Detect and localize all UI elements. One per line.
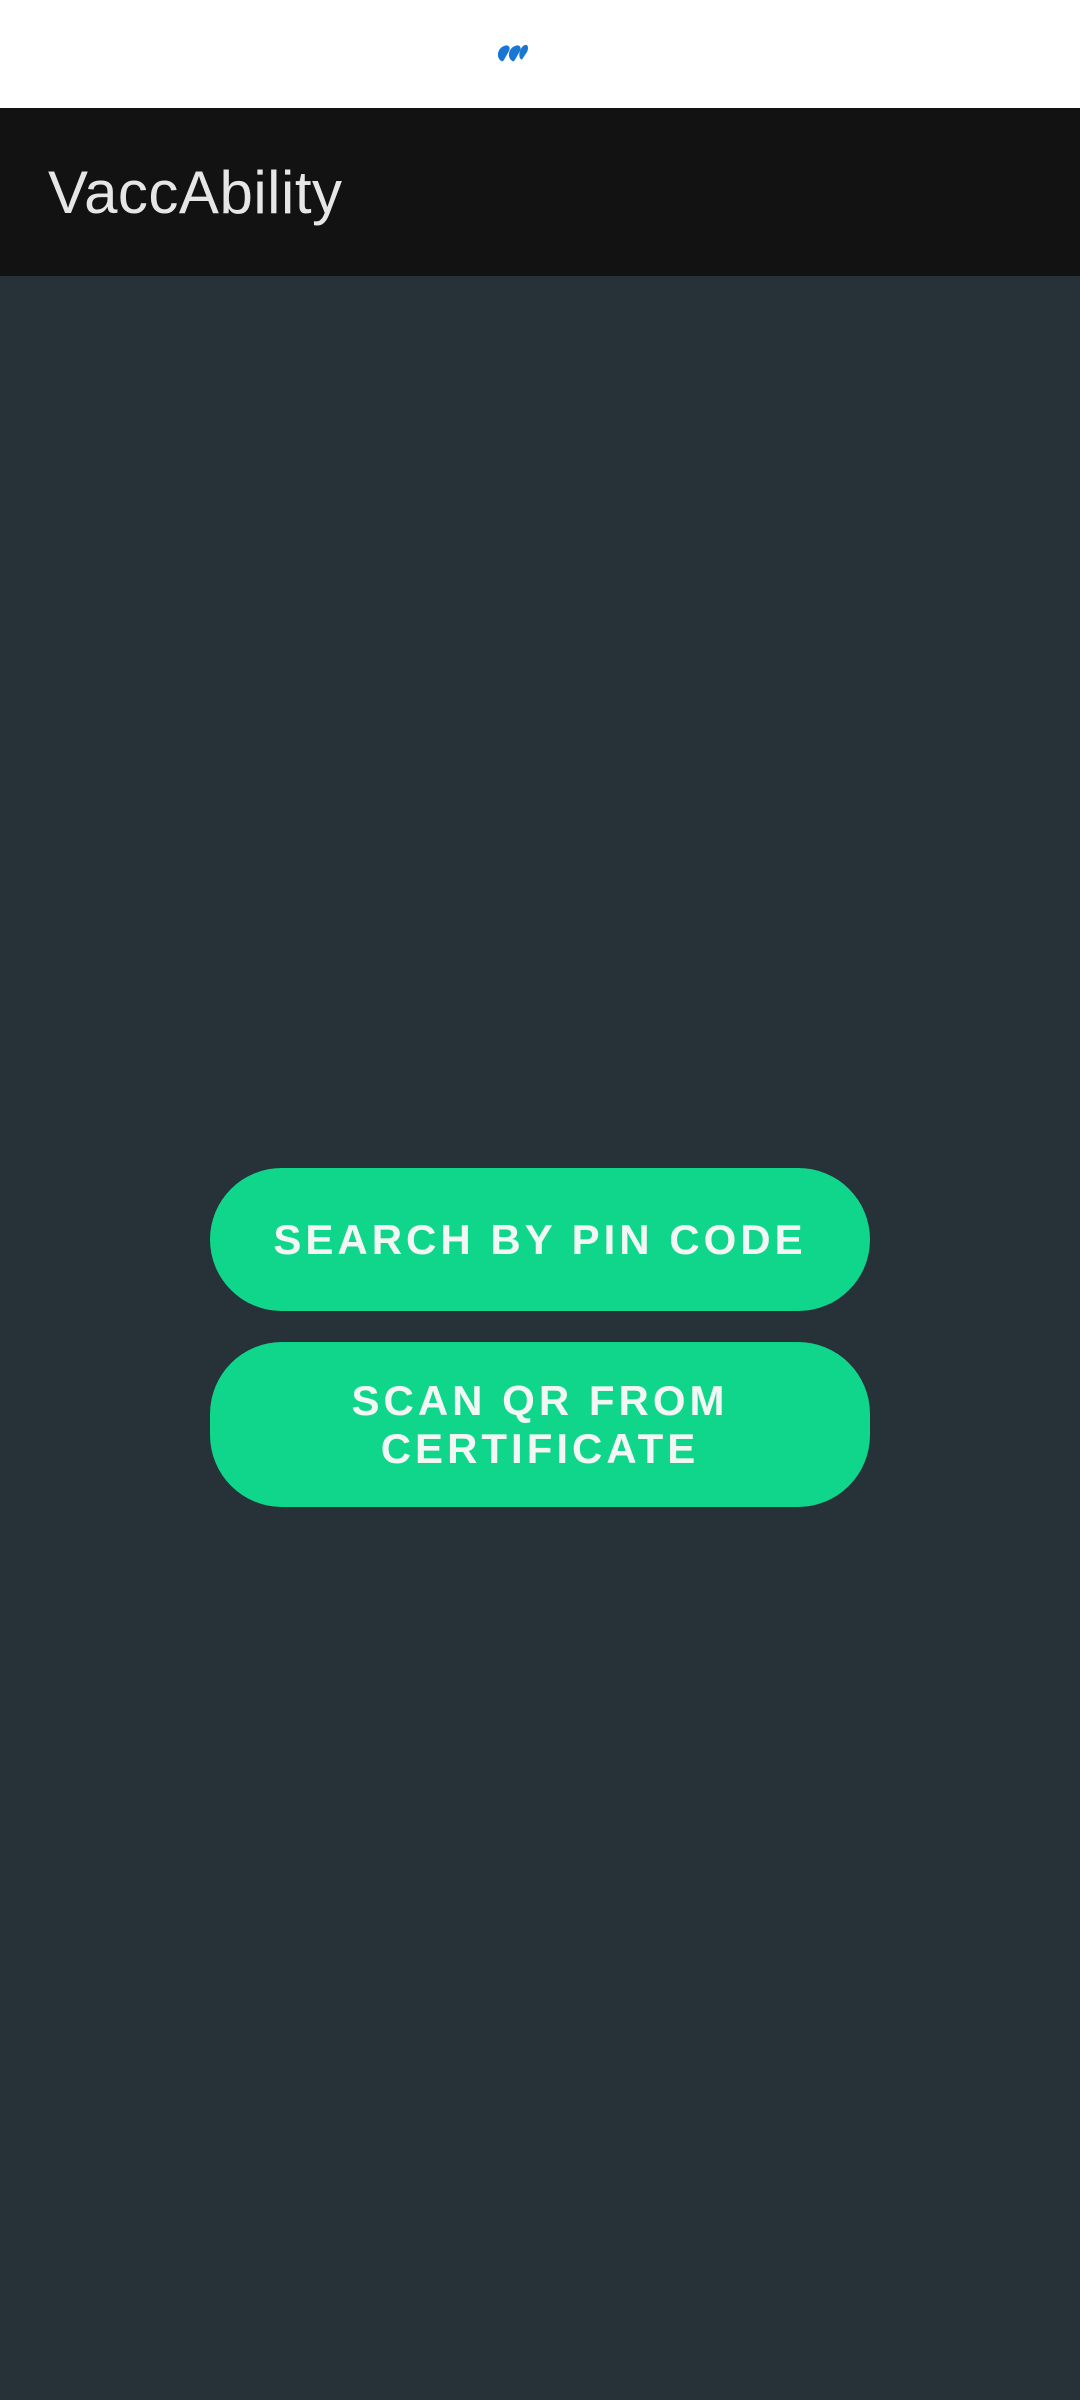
app-bar: VaccAbility bbox=[0, 108, 1080, 276]
app-notification-icon bbox=[497, 44, 529, 62]
main-content: SEARCH BY PIN CODE SCAN QR FROM CERTIFIC… bbox=[0, 276, 1080, 2400]
scan-qr-from-certificate-button[interactable]: SCAN QR FROM CERTIFICATE bbox=[210, 1342, 870, 1507]
app-title: VaccAbility bbox=[48, 158, 343, 226]
search-by-pin-code-label: SEARCH BY PIN CODE bbox=[273, 1215, 807, 1263]
status-bar bbox=[0, 0, 1080, 108]
search-by-pin-code-button[interactable]: SEARCH BY PIN CODE bbox=[210, 1168, 870, 1311]
scan-qr-from-certificate-label: SCAN QR FROM CERTIFICATE bbox=[351, 1376, 729, 1472]
